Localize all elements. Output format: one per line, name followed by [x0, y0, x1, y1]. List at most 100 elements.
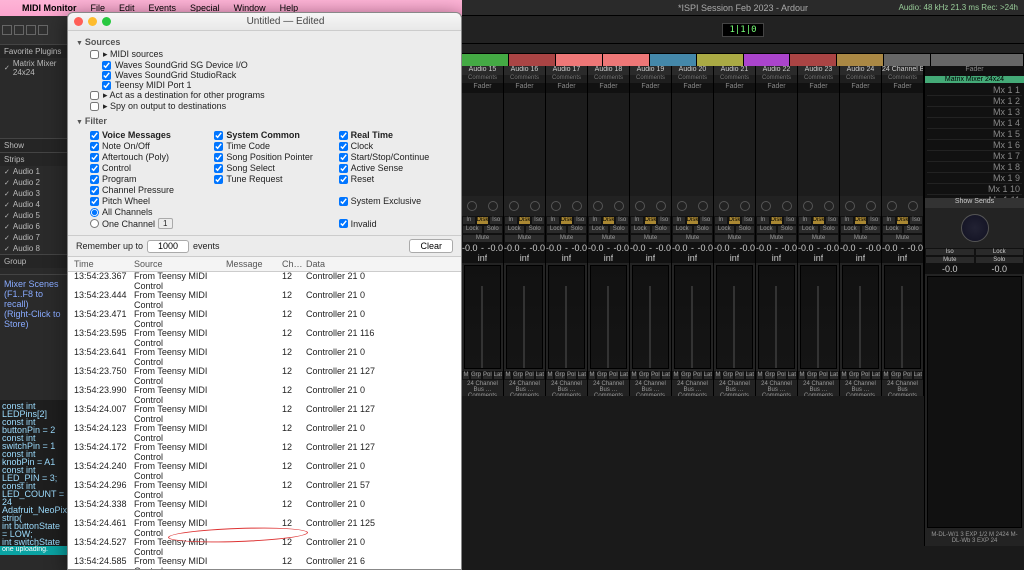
filter-checkbox[interactable] — [214, 175, 223, 184]
strip-name[interactable]: Audio 21 — [714, 66, 755, 75]
trim-knob[interactable] — [824, 201, 834, 211]
solo-button[interactable]: Solo — [861, 225, 882, 234]
filter-option[interactable]: One Channel 1 — [90, 218, 204, 229]
grp-button[interactable]: Grp — [638, 371, 650, 380]
event-row[interactable]: 13:54:23.471From Teensy MIDI Control12Co… — [68, 310, 461, 329]
comments-button[interactable]: Comments — [630, 75, 671, 83]
mute-button[interactable]: Mute — [798, 234, 839, 243]
lat-button[interactable]: Lat — [577, 371, 587, 380]
filter-checkbox[interactable] — [339, 164, 348, 173]
send-item[interactable]: Mx 1 5 — [927, 129, 1022, 140]
strip-name[interactable]: Audio 24 — [840, 66, 881, 75]
output-label[interactable]: 24 Channel Bus …Comments — [630, 380, 671, 396]
in-button[interactable]: In — [462, 216, 476, 225]
window-titlebar[interactable]: Untitled — Edited — [68, 13, 461, 31]
event-row[interactable]: 13:54:24.338From Teensy MIDI Control12Co… — [68, 500, 461, 519]
comments-button[interactable]: Comments — [882, 75, 923, 83]
trim-knob[interactable] — [572, 201, 582, 211]
lat-button[interactable]: Lat — [493, 371, 503, 380]
event-row[interactable]: 13:54:24.240From Teensy MIDI Control12Co… — [68, 462, 461, 481]
source-checkbox[interactable] — [90, 102, 99, 111]
in-button[interactable]: In — [504, 216, 518, 225]
filter-checkbox[interactable] — [90, 131, 99, 140]
pol-button[interactable]: Pol — [902, 371, 913, 380]
fader-label[interactable]: Fader — [672, 83, 713, 93]
ruler[interactable] — [462, 44, 1024, 54]
grp-button[interactable]: Grp — [512, 371, 524, 380]
disk-button[interactable]: Disk — [770, 216, 784, 225]
pan-knob[interactable] — [593, 201, 603, 211]
strip-name[interactable]: Audio 19 — [630, 66, 671, 75]
filter-option[interactable]: System Exclusive — [339, 196, 453, 206]
timecode-display[interactable]: 1|1|0 — [722, 23, 763, 37]
m-button[interactable]: M — [798, 371, 806, 380]
pol-button[interactable]: Pol — [692, 371, 703, 380]
grp-button[interactable]: Grp — [554, 371, 566, 380]
comments-button[interactable]: Comments — [546, 75, 587, 83]
filter-checkbox[interactable] — [339, 153, 348, 162]
comments-button[interactable]: Comments — [714, 75, 755, 83]
grp-button[interactable]: Grp — [848, 371, 860, 380]
iso-button[interactable]: Iso — [489, 216, 503, 225]
comments-button[interactable]: Comments — [840, 75, 881, 83]
trim-knob[interactable] — [656, 201, 666, 211]
strip-name[interactable]: Audio 20 — [672, 66, 713, 75]
fader-label[interactable]: Fader — [462, 83, 503, 93]
filter-checkbox[interactable] — [214, 153, 223, 162]
m-button[interactable]: M — [504, 371, 512, 380]
lat-button[interactable]: Lat — [871, 371, 881, 380]
source-row[interactable]: Waves SoundGrid StudioRack — [76, 70, 453, 80]
zoom-icon[interactable] — [102, 17, 111, 26]
filter-option[interactable]: Song Position Pointer — [214, 152, 328, 162]
disk-button[interactable]: Disk — [644, 216, 658, 225]
mute-button[interactable]: Mute — [882, 234, 923, 243]
event-row[interactable]: 13:54:23.367From Teensy MIDI Control12Co… — [68, 272, 461, 291]
fader-label[interactable]: Fader — [756, 83, 797, 93]
output-label[interactable]: 24 Channel Bus …Comments — [840, 380, 881, 396]
send-item[interactable]: Mx 1 9 — [927, 173, 1022, 184]
strip-name[interactable]: Audio 16 — [504, 66, 545, 75]
comments-button[interactable]: Comments — [588, 75, 629, 83]
pan-knob[interactable] — [677, 201, 687, 211]
filter-option[interactable] — [214, 196, 328, 206]
m-button[interactable]: M — [714, 371, 722, 380]
filter-option[interactable]: Time Code — [214, 141, 328, 151]
trim-knob[interactable] — [740, 201, 750, 211]
master-plugin[interactable]: Matrix Mixer 24x24 — [925, 76, 1024, 83]
event-row[interactable]: 13:54:24.527From Teensy MIDI Control12Co… — [68, 538, 461, 557]
disk-button[interactable]: Disk — [896, 216, 910, 225]
filter-option[interactable]: Active Sense — [339, 163, 453, 173]
filter-checkbox[interactable] — [339, 131, 348, 140]
m-button[interactable]: M — [630, 371, 638, 380]
trim-knob[interactable] — [698, 201, 708, 211]
filter-checkbox[interactable] — [90, 142, 99, 151]
in-button[interactable]: In — [756, 216, 770, 225]
mute-button[interactable]: Mute — [546, 234, 587, 243]
send-item[interactable]: Mx 1 4 — [927, 118, 1022, 129]
pan-knob[interactable] — [551, 201, 561, 211]
send-item[interactable]: Mx 1 10 — [927, 184, 1022, 195]
lock-button[interactable]: Lock — [714, 225, 735, 234]
m-button[interactable]: M — [588, 371, 596, 380]
strip-name[interactable]: 24 Channel Bus — [882, 66, 923, 75]
iso-button[interactable]: Iso — [867, 216, 881, 225]
track-item[interactable]: Audio 1 — [0, 166, 67, 177]
clear-button[interactable]: Clear — [409, 239, 453, 253]
pan-knob[interactable] — [803, 201, 813, 211]
event-row[interactable]: 13:54:24.585From Teensy MIDI Control12Co… — [68, 557, 461, 569]
filter-checkbox[interactable] — [339, 142, 348, 151]
filter-option[interactable]: Note On/Off — [90, 141, 204, 151]
strip-name[interactable]: Audio 22 — [756, 66, 797, 75]
tool-icon[interactable] — [2, 25, 12, 35]
strip-name[interactable]: Audio 18 — [588, 66, 629, 75]
filter-disclosure[interactable]: Filter — [76, 116, 453, 126]
close-icon[interactable] — [74, 17, 83, 26]
solo-button[interactable]: Solo — [903, 225, 924, 234]
output-label[interactable]: 24 Channel BusComments — [882, 380, 923, 396]
pol-button[interactable]: Pol — [650, 371, 661, 380]
pan-knob[interactable] — [845, 201, 855, 211]
source-row[interactable]: Teensy MIDI Port 1 — [76, 80, 453, 90]
solo-button[interactable]: Solo — [483, 225, 504, 234]
master-pan-knob[interactable] — [961, 214, 989, 242]
filter-option[interactable] — [214, 218, 328, 229]
